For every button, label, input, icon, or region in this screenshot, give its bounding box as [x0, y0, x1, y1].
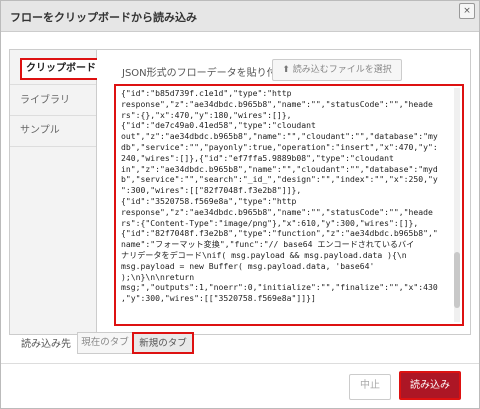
- code-line: out","z":"ae34dbdc.b965b8","name":"","cl…: [121, 131, 438, 142]
- scrollbar-thumb[interactable]: [454, 252, 460, 308]
- divider: [10, 146, 96, 147]
- code-line: ,"y":300,"wires":[["3520758.f569e8a"]]}]: [121, 293, 316, 304]
- import-button[interactable]: 読み込み: [399, 371, 461, 400]
- cancel-button[interactable]: 中止: [349, 374, 391, 400]
- tab-clipboard[interactable]: クリップボード: [20, 58, 97, 80]
- footer-divider: [1, 363, 479, 364]
- current-tab-button[interactable]: 現在のタブ: [77, 332, 133, 354]
- code-line: rs":{"Content-Type":"image/png"},"x":610…: [121, 217, 419, 228]
- code-line: {"id":"82f7048f.f3e2b8","type":"function…: [121, 228, 438, 239]
- divider: [10, 84, 96, 85]
- code-line: ナリデータをデコード\nif( msg.payload && msg.paylo…: [121, 249, 407, 260]
- code-line: response","z":"ae34dbdc.b965b8","name":"…: [121, 206, 433, 217]
- code-line: name":"フォーマット変換","func":"// base64 エンコード…: [121, 239, 415, 250]
- textarea-scrollbar[interactable]: [454, 88, 460, 322]
- dialog-titlebar: フローをクリップボードから読み込み ×: [1, 1, 479, 32]
- import-dialog: フローをクリップボードから読み込み × クリップボード ライブラリ サンプル J…: [0, 0, 480, 409]
- code-line: {"id":"b85d739f.c1e1d","type":"http: [121, 88, 292, 98]
- code-line: db","service":"","payonly":true,"operati…: [121, 141, 438, 152]
- close-icon[interactable]: ×: [459, 3, 475, 19]
- code-line: ":300,"wires":[["82f7048f.f3e2b8"]]},: [121, 185, 302, 196]
- upload-icon: ⬆: [282, 65, 290, 75]
- code-line: rs":{},"x":470,"y":180,"wires":[]},: [121, 109, 292, 120]
- paste-instruction: JSON形式のフローデータを貼り付け: [122, 68, 287, 79]
- code-line: msg.payload = new Buffer( msg.payload.da…: [121, 260, 375, 271]
- source-tabs: クリップボード ライブラリ サンプル: [10, 50, 97, 334]
- import-target-label: 読み込み先: [21, 339, 71, 350]
- code-line: 240,"wires":[]},{"id":"ef7ffa5.9889b08",…: [121, 152, 394, 163]
- tab-examples[interactable]: サンプル: [10, 118, 96, 144]
- select-file-label: 読み込むファイルを選択: [292, 65, 392, 75]
- code-line: response","z":"ae34dbdc.b965b8","name":"…: [121, 98, 433, 109]
- code-line: in","z":"ae34dbdc.b965b8","name":"","clo…: [121, 163, 438, 174]
- select-file-button[interactable]: ⬆ 読み込むファイルを選択: [272, 59, 402, 81]
- flow-json-textarea[interactable]: {"id":"b85d739f.c1e1d","type":"http respo…: [114, 84, 464, 326]
- code-line: msg;","outputs":1,"noerr":0,"initialize"…: [121, 282, 438, 293]
- code-line: {"id":"3520758.f569e8a","type":"http: [121, 195, 297, 206]
- flow-json-text: {"id":"b85d739f.c1e1d","type":"http respo…: [121, 88, 453, 304]
- code-line: b","service":"","search":"_id_","design"…: [121, 174, 438, 185]
- code-line: );\n}\n\nreturn: [121, 271, 195, 282]
- new-tab-button[interactable]: 新規のタブ: [132, 332, 194, 354]
- import-panel: クリップボード ライブラリ サンプル JSON形式のフローデータを貼り付け ⬆ 読…: [9, 49, 471, 335]
- divider: [10, 115, 96, 116]
- dialog-title: フローをクリップボードから読み込み: [10, 11, 197, 24]
- tab-library[interactable]: ライブラリ: [10, 88, 96, 114]
- code-line: {"id":"de7c49a0.41ed58","type":"cloudant: [121, 120, 316, 131]
